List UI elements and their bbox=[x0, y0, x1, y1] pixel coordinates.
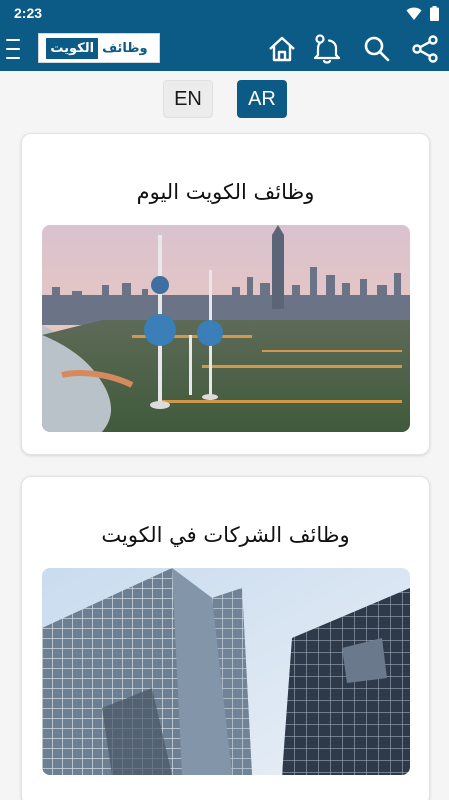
status-bar: 2:23 bbox=[0, 0, 449, 27]
menu-button[interactable] bbox=[6, 39, 20, 59]
card-title: وظائف الكويت اليوم bbox=[136, 180, 315, 204]
share-icon bbox=[412, 35, 438, 63]
language-ar-button[interactable]: AR bbox=[237, 80, 287, 118]
home-button[interactable] bbox=[268, 35, 296, 63]
home-icon bbox=[269, 36, 295, 62]
app-bar: الكويت وظائف bbox=[0, 27, 449, 71]
notification-bell-icon bbox=[313, 34, 341, 64]
status-icons bbox=[406, 6, 439, 21]
card-image-skyscrapers[interactable] bbox=[42, 568, 410, 775]
logo-text-left: الكويت bbox=[46, 37, 99, 59]
battery-icon bbox=[430, 6, 439, 21]
search-icon bbox=[364, 36, 390, 62]
wifi-icon bbox=[406, 7, 422, 20]
card-image-kuwait-towers[interactable] bbox=[42, 225, 410, 432]
notifications-button[interactable] bbox=[313, 34, 341, 64]
job-card-kuwait-today[interactable]: وظائف الكويت اليوم bbox=[21, 133, 430, 455]
job-card-companies-kuwait[interactable]: وظائف الشركات في الكويت bbox=[21, 476, 430, 800]
app-logo[interactable]: الكويت وظائف bbox=[38, 33, 160, 63]
card-title: وظائف الشركات في الكويت bbox=[101, 523, 350, 547]
logo-text-right: وظائف bbox=[102, 40, 148, 56]
status-time: 2:23 bbox=[14, 5, 43, 21]
search-button[interactable] bbox=[363, 35, 391, 63]
language-en-button[interactable]: EN bbox=[163, 80, 213, 118]
share-button[interactable] bbox=[411, 35, 439, 63]
